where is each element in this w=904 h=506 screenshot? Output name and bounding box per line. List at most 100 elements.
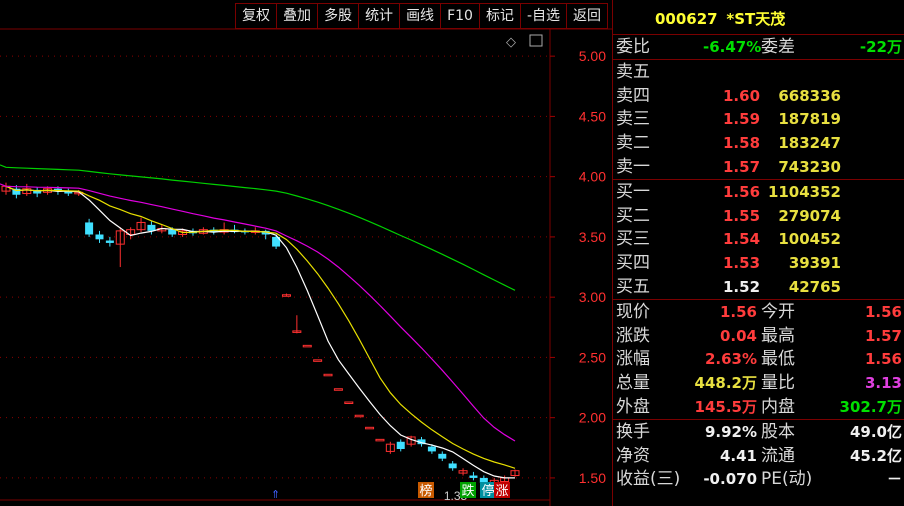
stat-row: 换手 9.92% 股本 49.0亿 xyxy=(613,420,904,444)
stat-value: 0.04 xyxy=(719,326,757,345)
stat-label: 今开 xyxy=(761,301,795,322)
stat-value: 9.92% xyxy=(704,422,757,441)
bid-price: 1.55 xyxy=(723,206,761,225)
stat-label: 净资 xyxy=(616,445,650,466)
chart-toolbar: 复权 叠加 多股 统计 画线 F10 标记 -自选 返回 xyxy=(235,3,608,29)
ask-book: 卖五卖四 1.60 668336 卖三 1.59 187819 卖二 1.58 183247 卖一… xyxy=(613,60,904,179)
stat-label: 外盘 xyxy=(616,396,650,417)
kline-chart[interactable]: 5.004.504.003.503.002.502.001.50◇1.35榜跌停… xyxy=(0,0,612,506)
candle-body xyxy=(85,222,94,235)
bid-row[interactable]: 买三 1.54 100452 xyxy=(613,227,904,251)
y-tick-label: 5.00 xyxy=(579,48,606,64)
candle-body xyxy=(105,240,114,243)
ask-row[interactable]: 卖四 1.60 668336 xyxy=(613,84,904,108)
candle-body xyxy=(344,401,354,405)
marker-text: 跌 xyxy=(461,483,474,499)
ma20-line xyxy=(0,183,516,442)
y-tick-label: 3.50 xyxy=(579,229,606,245)
stat-row: 总量 448.2万 量比 3.13 xyxy=(613,371,904,395)
ask-row[interactable]: 卖一 1.57 743230 xyxy=(613,155,904,179)
ask-row[interactable]: 卖二 1.58 183247 xyxy=(613,131,904,155)
ask-row[interactable]: 卖五 xyxy=(613,60,904,84)
bid-row[interactable]: 买四 1.53 39391 xyxy=(613,251,904,275)
stat-label: 换手 xyxy=(616,421,650,442)
ask-level-label: 卖五 xyxy=(616,61,650,82)
toolbar-button[interactable]: 叠加 xyxy=(276,3,318,29)
toolbar-button[interactable]: 多股 xyxy=(317,3,359,29)
toolbar-button[interactable]: 统计 xyxy=(358,3,400,29)
candle-body xyxy=(438,453,447,459)
stat-label: 最低 xyxy=(761,349,795,370)
stat-value: 145.5万 xyxy=(694,397,757,416)
bid-price: 1.53 xyxy=(723,254,761,273)
kline-chart-area[interactable]: 5.00 4.50 4.00 3.50 3.00 2.50 2.00 1.50 ◇ 1.35 榜跌停… xyxy=(0,0,612,506)
event-arrow-icon: ⇑ xyxy=(271,488,280,501)
ask-level-label: 卖二 xyxy=(616,133,650,154)
stat-value: 4.41 xyxy=(719,446,757,465)
order-diff-value: -22万 xyxy=(859,38,902,56)
bid-row[interactable]: 买二 1.55 279074 xyxy=(613,204,904,228)
toolbar-button[interactable]: -自选 xyxy=(519,3,566,29)
bid-level-label: 买二 xyxy=(616,205,650,226)
y-tick-label: 2.00 xyxy=(579,410,606,426)
bid-volume: 1104352 xyxy=(767,182,841,201)
ask-level-label: 卖四 xyxy=(616,85,650,106)
stat-label: PE(动) xyxy=(761,469,813,490)
stat-label: 流通 xyxy=(761,445,795,466)
stock-name: *ST天茂 xyxy=(726,10,786,28)
stat-label: 现价 xyxy=(616,301,650,322)
stat-value: 45.2亿 xyxy=(849,446,902,465)
candle-body xyxy=(427,446,436,452)
ma60-line xyxy=(0,164,516,291)
stat-label: 涨跌 xyxy=(616,325,650,346)
toolbar-button[interactable]: 画线 xyxy=(399,3,441,29)
stat-label: 总量 xyxy=(616,373,650,394)
toolbar-button[interactable]: F10 xyxy=(440,3,479,29)
y-tick-label: 3.00 xyxy=(579,289,606,305)
bid-row[interactable]: 买一 1.56 1104352 xyxy=(613,180,904,204)
ask-price: 1.57 xyxy=(723,157,761,176)
ask-price: 1.60 xyxy=(723,86,761,105)
ask-volume: 183247 xyxy=(778,134,841,153)
y-tick-label: 4.00 xyxy=(579,169,606,185)
marker-text: 涨 xyxy=(495,484,508,499)
y-tick-label: 1.50 xyxy=(579,470,606,486)
ask-row[interactable]: 卖三 1.59 187819 xyxy=(613,107,904,131)
bid-price: 1.54 xyxy=(723,230,761,249)
marker-text: 榜 xyxy=(419,483,432,499)
stat-label: 涨幅 xyxy=(616,349,650,370)
ma10-line xyxy=(5,185,516,469)
stat-row: 净资 4.41 流通 45.2亿 xyxy=(613,444,904,468)
toolbar-button[interactable]: 复权 xyxy=(235,3,277,29)
stat-row: 涨幅 2.63% 最低 1.56 xyxy=(613,347,904,371)
ask-volume: 668336 xyxy=(778,86,841,105)
ask-price: 1.58 xyxy=(723,134,761,153)
ask-volume: 187819 xyxy=(778,110,841,129)
stat-row: 涨跌 0.04 最高 1.57 xyxy=(613,324,904,348)
candle-body xyxy=(375,438,385,442)
candle-body xyxy=(448,463,457,469)
stat-value: 302.7万 xyxy=(839,397,902,416)
candle-body xyxy=(302,344,312,348)
candle-body xyxy=(323,373,333,377)
toolbar-button[interactable]: 标记 xyxy=(478,3,520,29)
bid-row[interactable]: 买五 1.52 42765 xyxy=(613,275,904,299)
candle-body xyxy=(147,224,156,231)
stats-block-2: 换手 9.92% 股本 49.0亿 净资 4.41 流通 45.2亿 收益(三) -0.070 PE… xyxy=(613,420,904,491)
stat-label: 量比 xyxy=(761,373,795,394)
candle-body xyxy=(354,414,364,418)
stat-value: 1.56 xyxy=(864,302,902,321)
ask-level-label: 卖三 xyxy=(616,109,650,130)
stat-label: 内盘 xyxy=(761,396,795,417)
candle-body xyxy=(168,229,177,235)
stat-label: 最高 xyxy=(761,325,795,346)
stats-block-1: 现价 1.56 今开 1.56 涨跌 0.04 最高 1.57 涨幅 2.63% 最低 1.56 总量 4… xyxy=(613,300,904,419)
stat-value: 2.63% xyxy=(704,350,757,369)
quote-panel: 000627 *ST天茂 委比 -6.47% 委差 -22万 卖五 卖四 1.60 6… xyxy=(612,0,904,506)
marker-text: 停 xyxy=(481,483,494,499)
candle-body xyxy=(396,441,405,450)
toolbar-button[interactable]: 返回 xyxy=(566,3,608,29)
candle-body xyxy=(469,475,478,478)
y-tick-label: 4.50 xyxy=(579,108,606,124)
stat-value: 448.2万 xyxy=(694,374,757,393)
